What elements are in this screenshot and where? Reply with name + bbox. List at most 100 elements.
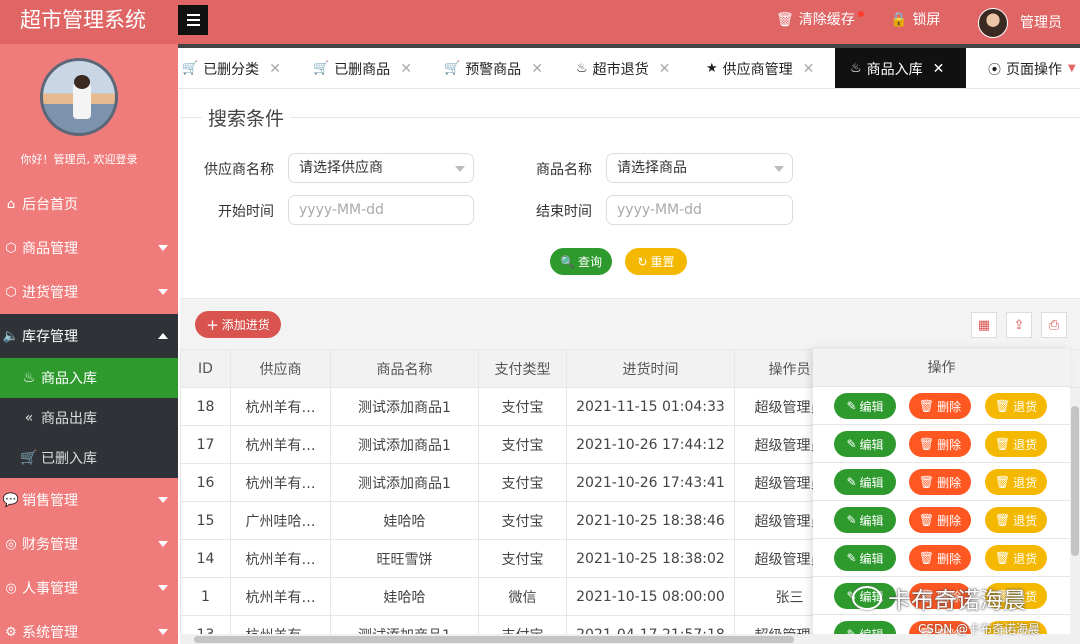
start-date-input[interactable]: yyyy-MM-dd	[288, 195, 474, 225]
return-label: 退货	[1013, 551, 1038, 566]
export-icon[interactable]: ⇪	[1006, 312, 1032, 338]
flame-icon: ♨	[22, 370, 36, 386]
tab-returns[interactable]: ♨ 超市退货 ✕	[576, 48, 671, 88]
edit-button[interactable]: ✎编辑	[834, 469, 896, 495]
print-icon[interactable]: ⎙	[1041, 312, 1067, 338]
sidebar-item-label: 人事管理	[22, 581, 78, 597]
table-cell-id: 16	[180, 463, 231, 502]
clear-cache-button[interactable]: 🗑 清除缓存	[776, 0, 855, 40]
sidebar-sub-stock-out[interactable]: « 商品出库	[0, 398, 178, 438]
return-button[interactable]: 🗑退货	[985, 393, 1047, 419]
delete-button[interactable]: 🗑删除	[909, 545, 971, 571]
start-time-label: 开始时间	[218, 204, 274, 220]
edit-button[interactable]: ✎编辑	[834, 431, 896, 457]
close-icon[interactable]: ✕	[933, 61, 945, 77]
tab-warning-products[interactable]: 🛒 预警商品 ✕	[444, 48, 543, 88]
tab-deleted-products[interactable]: 🛒 已删商品 ✕	[313, 48, 412, 88]
chevron-down-icon: ▼	[1068, 63, 1076, 74]
edit-button[interactable]: ✎编辑	[834, 507, 896, 533]
chevron-down-icon	[455, 166, 465, 172]
lock-icon: 🔒	[890, 12, 908, 28]
columns-icon[interactable]: ▦	[971, 312, 997, 338]
menu-toggle-button[interactable]	[178, 5, 208, 35]
edit-button[interactable]: ✎编辑	[834, 545, 896, 571]
table-cell-product: 娃哈哈	[330, 577, 479, 616]
search-icon: 🔍	[560, 254, 575, 269]
delete-button[interactable]: 🗑删除	[909, 393, 971, 419]
user-menu[interactable]: 管理员	[978, 3, 1062, 43]
edit-button[interactable]: ✎编辑	[834, 393, 896, 419]
profile-avatar	[40, 58, 118, 136]
product-select-value: 请选择商品	[617, 160, 687, 176]
table-cell-pay: 微信	[478, 577, 567, 616]
sidebar-sub-deleted-stock[interactable]: 🛒 已删入库	[0, 438, 178, 478]
query-button[interactable]: 🔍 查询	[550, 248, 612, 275]
sidebar-item-products[interactable]: ⬡ 商品管理	[0, 226, 178, 270]
end-date-input[interactable]: yyyy-MM-dd	[606, 195, 793, 225]
close-icon[interactable]: ✕	[659, 61, 671, 77]
close-icon[interactable]: ✕	[269, 61, 281, 77]
return-button[interactable]: 🗑退货	[985, 545, 1047, 571]
product-select[interactable]: 请选择商品	[606, 153, 793, 183]
tab-page-actions[interactable]: ⦿ 页面操作 ▼	[988, 48, 1076, 88]
tab-suppliers[interactable]: ★ 供应商管理 ✕	[706, 48, 815, 88]
reset-button[interactable]: ↻ 重置	[625, 248, 687, 275]
return-button[interactable]: 🗑退货	[985, 507, 1047, 533]
trash-icon: 🗑	[994, 399, 1011, 413]
lock-screen-button[interactable]: 🔒 锁屏	[890, 0, 940, 40]
end-time-label: 结束时间	[536, 204, 592, 220]
sidebar-item-label: 商品管理	[22, 241, 78, 257]
pencil-icon: ✎	[846, 437, 857, 451]
add-stock-button[interactable]: + 添加进货	[195, 311, 281, 338]
trash-icon: 🗑	[776, 12, 794, 28]
trash-icon: 🗑	[994, 475, 1011, 489]
trash-icon: 🗑	[994, 437, 1011, 451]
delete-button[interactable]: 🗑删除	[909, 507, 971, 533]
supplier-select[interactable]: 请选择供应商	[288, 153, 474, 183]
table-cell-supplier: 广州哇哈…	[230, 501, 331, 540]
delete-button[interactable]: 🗑删除	[909, 469, 971, 495]
close-icon[interactable]: ✕	[803, 61, 815, 77]
sidebar-item-finance[interactable]: ◎ 财务管理	[0, 522, 178, 566]
sidebar-item-system[interactable]: ⚙ 系统管理	[0, 610, 178, 644]
table-cell-product: 测试添加商品1	[330, 425, 479, 464]
sidebar-item-sales[interactable]: 💬 销售管理	[0, 478, 178, 522]
sidebar-item-inventory[interactable]: 🔈 库存管理	[0, 314, 178, 358]
column-header[interactable]: 支付类型	[478, 349, 567, 388]
delete-button[interactable]: 🗑删除	[909, 431, 971, 457]
table-cell-product: 旺旺雪饼	[330, 539, 479, 578]
trash-icon: 🗑	[918, 475, 935, 489]
chevron-down-icon	[158, 585, 168, 591]
close-icon[interactable]: ✕	[400, 61, 412, 77]
cube-icon: ⬡	[5, 284, 17, 300]
welcome-text: 你好！管理员, 欢迎登录	[20, 153, 138, 166]
column-header[interactable]: 商品名称	[330, 349, 479, 388]
tab-stock-in[interactable]: ♨ 商品入库 ✕	[835, 48, 966, 88]
search-title: 搜索条件	[202, 104, 291, 131]
watermark: 卡布奇诺海晨	[852, 581, 1026, 615]
pencil-icon: ✎	[846, 551, 857, 565]
column-header[interactable]: 供应商	[230, 349, 331, 388]
target-icon: ◎	[5, 536, 17, 552]
sidebar-sub-stock-in[interactable]: ♨ 商品入库	[0, 358, 178, 398]
edit-label: 编辑	[859, 437, 884, 452]
column-header[interactable]: 进货时间	[566, 349, 735, 388]
vertical-scrollbar[interactable]	[1070, 388, 1080, 644]
cart-icon: 🛒	[20, 450, 38, 466]
refresh-icon: ↻	[637, 254, 648, 269]
edit-label: 编辑	[859, 513, 884, 528]
close-icon[interactable]: ✕	[531, 61, 543, 77]
column-header[interactable]: ID	[180, 349, 231, 388]
table-cell-time: 2021-10-25 18:38:46	[566, 501, 735, 540]
return-button[interactable]: 🗑退货	[985, 469, 1047, 495]
table-cell-pay: 支付宝	[478, 425, 567, 464]
tab-label: 已删分类	[203, 61, 260, 78]
sidebar-item-purchase[interactable]: ⬡ 进货管理	[0, 270, 178, 314]
sidebar-item-home[interactable]: ⌂ 后台首页	[0, 182, 178, 226]
wechat-icon	[852, 586, 882, 610]
tab-deleted-categories[interactable]: 🛒 已删分类 ✕	[182, 48, 281, 88]
return-button[interactable]: 🗑退货	[985, 431, 1047, 457]
sidebar-item-hr[interactable]: ◎ 人事管理	[0, 566, 178, 610]
pencil-icon: ✎	[846, 399, 857, 413]
trash-icon: 🗑	[918, 437, 935, 451]
